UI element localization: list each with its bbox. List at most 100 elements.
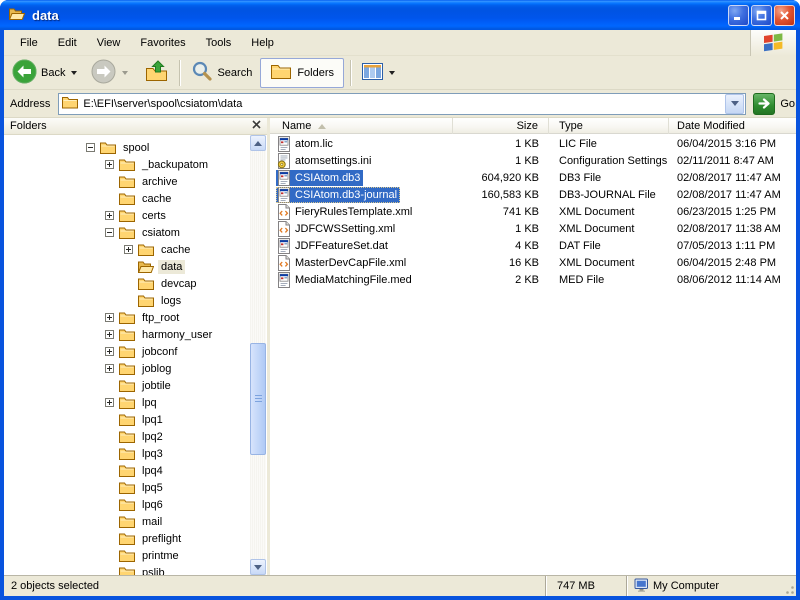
file-row-CSIAtom.db3[interactable]: CSIAtom.db3604,920 KBDB3 File02/08/2017 … [270,169,796,186]
tree-item-printme[interactable]: printme [4,547,250,564]
tree-item-lpq2[interactable]: lpq2 [4,428,250,445]
toolbar-separator [350,60,352,86]
go-label[interactable]: Go [780,98,795,110]
views-dropdown-icon[interactable] [389,71,395,75]
file-row-atomsettings.ini[interactable]: atomsettings.ini1 KBConfiguration Settin… [270,152,796,169]
menu-edit[interactable]: Edit [48,34,87,52]
back-dropdown-icon[interactable] [71,71,77,75]
expand-icon[interactable] [105,330,114,339]
views-button[interactable] [358,61,399,85]
close-folders-icon[interactable] [252,120,261,132]
folder-icon [119,498,135,512]
expander-spacer [105,194,114,203]
expand-icon[interactable] [105,313,114,322]
address-dropdown-button[interactable] [725,94,744,114]
tree-item-lpq3[interactable]: lpq3 [4,445,250,462]
expand-icon[interactable] [105,160,114,169]
go-button[interactable] [753,93,775,115]
forward-dropdown-icon[interactable] [122,71,128,75]
tree-item-jobconf[interactable]: jobconf [4,343,250,360]
expand-icon[interactable] [105,364,114,373]
column-header-type[interactable]: Type [549,118,669,134]
tree-item-pslib[interactable]: pslib [4,564,250,575]
tree-item-lpq5[interactable]: lpq5 [4,479,250,496]
expander-spacer [124,296,133,305]
scrollbar-thumb[interactable] [250,343,266,455]
file-row-MasterDevCapFile.xml[interactable]: MasterDevCapFile.xml16 KBXML Document06/… [270,254,796,271]
search-label: Search [217,67,252,79]
tree-item-jobtile[interactable]: jobtile [4,377,250,394]
tree-item-archive[interactable]: archive [4,173,250,190]
tree-item-csiatom[interactable]: csiatom [4,224,250,241]
tree-item-_backupatom[interactable]: _backupatom [4,156,250,173]
tree-item-lpq[interactable]: lpq [4,394,250,411]
up-button[interactable] [140,57,173,89]
close-button[interactable] [774,5,795,26]
forward-button[interactable] [87,57,132,89]
expand-icon[interactable] [105,211,114,220]
tree-item-label: harmony_user [139,328,215,342]
tree-item-devcap[interactable]: devcap [4,275,250,292]
expand-icon[interactable] [105,398,114,407]
titlebar[interactable]: data [0,0,800,30]
resize-grip[interactable] [782,582,795,595]
back-button[interactable]: Back [8,57,81,89]
file-row-CSIAtom.db3-journal[interactable]: CSIAtom.db3-journal160,583 KBDB3-JOURNAL… [270,186,796,203]
column-header-size[interactable]: Size [453,118,549,134]
address-input[interactable]: E:\EFI\server\spool\csiatom\data [78,98,725,110]
file-generic-icon [276,187,292,203]
tree-item-preflight[interactable]: preflight [4,530,250,547]
column-header-date-modified[interactable]: Date Modified [669,118,796,134]
tree-item-lpq1[interactable]: lpq1 [4,411,250,428]
menu-tools[interactable]: Tools [196,34,242,52]
file-name: atomsettings.ini [295,155,371,167]
tree-item-harmony_user[interactable]: harmony_user [4,326,250,343]
tree-item-spool[interactable]: spool [4,139,250,156]
file-row-JDFFeatureSet.dat[interactable]: JDFFeatureSet.dat4 KBDAT File07/05/2013 … [270,237,796,254]
tree-item-lpq4[interactable]: lpq4 [4,462,250,479]
tree-item-label: pslib [139,566,168,576]
tree-item-cache[interactable]: cache [4,241,250,258]
collapse-icon[interactable] [105,228,114,237]
tree-item-certs[interactable]: certs [4,207,250,224]
tree-item-data[interactable]: data [4,258,250,275]
scroll-down-button[interactable] [250,559,266,575]
status-bar: 2 objects selected 747 MB My Computer [4,575,796,596]
tree-item-label: devcap [158,277,199,291]
tree-item-lpq6[interactable]: lpq6 [4,496,250,513]
menu-file[interactable]: File [10,34,48,52]
tree-item-joblog[interactable]: joblog [4,360,250,377]
menu-favorites[interactable]: Favorites [130,34,195,52]
tree-item-mail[interactable]: mail [4,513,250,530]
tree-item-cache[interactable]: cache [4,190,250,207]
expand-icon[interactable] [124,245,133,254]
folder-icon [119,311,135,325]
tree-item-label: lpq3 [139,447,166,461]
scroll-up-button[interactable] [250,135,266,151]
file-row-atom.lic[interactable]: atom.lic1 KBLIC File06/04/2015 3:16 PM [270,135,796,152]
tree-item-logs[interactable]: logs [4,292,250,309]
thumb-grip-icon [255,395,262,403]
tree-item-ftp_root[interactable]: ftp_root [4,309,250,326]
minimize-button[interactable] [728,5,749,26]
file-row-FieryRulesTemplate.xml[interactable]: FieryRulesTemplate.xml741 KBXML Document… [270,203,796,220]
menu-view[interactable]: View [87,34,131,52]
column-header-name[interactable]: Name [270,118,453,134]
folder-icon [119,464,135,478]
folders-toggle-button[interactable]: Folders [260,58,344,88]
file-size: 1 KB [453,223,549,235]
address-combo[interactable]: E:\EFI\server\spool\csiatom\data [58,93,746,115]
file-row-MediaMatchingFile.med[interactable]: MediaMatchingFile.med2 KBMED File08/06/2… [270,271,796,288]
file-name: MediaMatchingFile.med [295,274,412,286]
file-date-modified: 02/11/2011 8:47 AM [669,155,796,167]
maximize-button[interactable] [751,5,772,26]
search-button[interactable]: Search [187,58,256,87]
folder-icon [119,345,135,359]
file-xml-icon [276,221,292,237]
expander-spacer [124,279,133,288]
expand-icon[interactable] [105,347,114,356]
tree-scrollbar[interactable] [250,135,266,575]
menu-help[interactable]: Help [241,34,284,52]
collapse-icon[interactable] [86,143,95,152]
file-row-JDFCWSSetting.xml[interactable]: JDFCWSSetting.xml1 KBXML Document02/08/2… [270,220,796,237]
